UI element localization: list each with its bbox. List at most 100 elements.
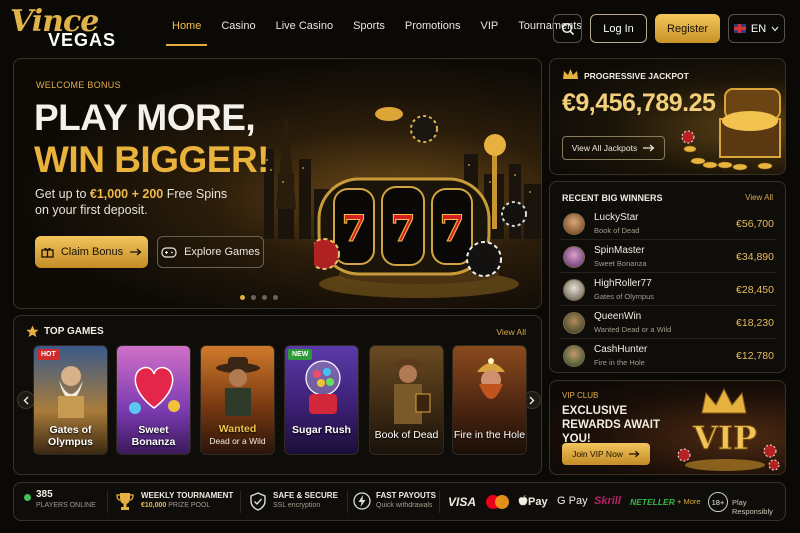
age-18-badge: 18+ [708, 492, 728, 512]
carousel-dot[interactable] [273, 295, 278, 300]
logo[interactable]: Vince VEGAS [10, 4, 130, 52]
nav-vip[interactable]: VIP [471, 14, 509, 42]
cowboy-art [216, 357, 260, 416]
hero-sub-highlight: €1,000 + 200 [89, 187, 164, 201]
payouts-title: FAST PAYOUTS [376, 491, 437, 500]
gumball-machine-art [305, 360, 341, 414]
top-games-view-all-link[interactable]: View All [496, 327, 526, 337]
nav-live-casino[interactable]: Live Casino [266, 14, 343, 42]
vip-eyebrow: VIP CLUB [562, 391, 599, 400]
arrow-right-icon [628, 450, 640, 458]
tournament-prize-label: PRIZE POOL [168, 502, 211, 509]
vip-title: EXCLUSIVE REWARDS AWAIT YOU! [562, 405, 660, 445]
mastercard-logo [486, 495, 510, 509]
google-pay-logo: G Pay [557, 495, 588, 507]
trophy-icon [116, 493, 134, 510]
avatar [563, 213, 585, 235]
gift-icon [41, 247, 54, 258]
game-card-sweet-bonanza[interactable]: Sweet Bonanza [116, 345, 191, 455]
winners-title: RECENT BIG WINNERS [562, 193, 663, 203]
hero-title-line2: WIN BIGGER! [34, 139, 269, 180]
avatar [563, 279, 585, 301]
winner-amount: €28,450 [736, 284, 774, 296]
winner-amount: €18,230 [736, 317, 774, 329]
game-title: Fire in the Hole [453, 429, 526, 441]
game-card-fire-in-the-hole[interactable]: Fire in the Hole [452, 345, 527, 455]
players-count: 385 [36, 489, 53, 500]
avatar [563, 345, 585, 367]
skrill-logo: Skrill [594, 495, 621, 507]
play-responsibly-link[interactable]: Play Responsibly [732, 498, 785, 516]
divider [240, 491, 241, 513]
claim-bonus-button[interactable]: Claim Bonus [35, 236, 148, 268]
chevron-left-icon [23, 396, 29, 404]
game-card-book-of-dead[interactable]: Book of Dead [369, 345, 444, 455]
uk-flag-icon [733, 24, 746, 33]
secure-title: SAFE & SECURE [273, 491, 338, 500]
game-card-gates-of-olympus[interactable]: HOT Gates of Olympus [33, 345, 108, 455]
nav-home[interactable]: Home [162, 14, 211, 46]
site-header: Vince VEGAS Home Casino Live Casino Spor… [0, 0, 800, 56]
winner-row[interactable]: HighRoller77 Gates of Olympus €28,450 [560, 276, 776, 306]
language-select[interactable]: EN [728, 14, 785, 43]
top-games-panel: TOP GAMES View All HOT Gates of Olympus … [13, 315, 542, 475]
hero-title-line1: PLAY MORE, [34, 97, 256, 138]
game-card-sugar-rush[interactable]: NEW Sugar Rush [284, 345, 359, 455]
apple-icon [518, 495, 528, 506]
winner-name: SpinMaster [594, 245, 645, 256]
join-vip-button[interactable]: Join VIP Now [562, 443, 650, 465]
more-payments-link[interactable]: + More [677, 497, 701, 506]
neteller-logo: NETELLER [630, 497, 675, 507]
nav-casino[interactable]: Casino [211, 14, 265, 42]
svg-text:7: 7 [439, 208, 464, 250]
avatar [563, 246, 585, 268]
lightning-icon [353, 492, 371, 510]
view-all-jackpots-button[interactable]: View All Jackpots [562, 136, 665, 160]
winner-amount: €34,890 [736, 251, 774, 263]
carousel-dot[interactable] [262, 295, 267, 300]
game-title: Sugar Rush [292, 424, 351, 436]
winner-row[interactable]: LuckyStar Book of Dead €56,700 [560, 210, 776, 240]
winner-row[interactable]: QueenWin Wanted Dead or a Wild €18,230 [560, 309, 776, 339]
jackpot-title: PROGRESSIVE JACKPOT [584, 71, 689, 81]
winner-row[interactable]: CashHunter Fire in the Hole €12,780 [560, 342, 776, 372]
winner-amount: €56,700 [736, 218, 774, 230]
winner-row[interactable]: SpinMaster Sweet Bonanza €34,890 [560, 243, 776, 273]
explore-games-button[interactable]: Explore Games [157, 236, 264, 268]
payouts-subtitle: Quick withdrawals [376, 502, 433, 509]
join-vip-label: Join VIP Now [572, 449, 623, 459]
payouts-stat: FAST PAYOUTS Quick withdrawals [376, 491, 436, 509]
vip-art-text: VIP [692, 419, 757, 457]
secure-subtitle: SSL encryption [273, 502, 321, 509]
game-title: Book of Dead [374, 429, 439, 441]
search-button[interactable] [553, 14, 582, 43]
hero-banner: 7 7 7 WELCOME BONUS PLAY MORE, WIN BIGGE… [13, 58, 542, 309]
winners-view-all-link[interactable]: View All [745, 193, 773, 202]
carousel-dot[interactable] [251, 295, 256, 300]
star-icon [26, 325, 39, 337]
shield-check-icon [250, 492, 266, 511]
view-all-jackpots-label: View All Jackpots [571, 143, 638, 153]
divider [347, 491, 348, 513]
game-subtitle: Dead or a Wild [209, 436, 266, 446]
players-online-stat: 385 PLAYERS ONLINE [36, 489, 96, 509]
carousel-dot[interactable] [240, 295, 245, 300]
vip-club-panel: VIP CLUB EXCLUSIVE REWARDS AWAIT YOU! Jo… [549, 380, 786, 475]
nav-sports[interactable]: Sports [343, 14, 395, 42]
svg-text:7: 7 [341, 208, 366, 250]
chevron-right-icon [529, 396, 535, 404]
divider [439, 491, 440, 513]
svg-text:7: 7 [390, 208, 415, 250]
visa-logo: VISA [448, 495, 477, 509]
nav-promotions[interactable]: Promotions [395, 14, 471, 42]
crown-icon [563, 69, 578, 79]
carousel-dots [240, 295, 278, 300]
game-title: Gates of Olympus [48, 424, 93, 448]
secure-stat: SAFE & SECURE SSL encryption [273, 491, 338, 509]
tournament-stat[interactable]: WEEKLY TOURNAMENT €10,000 PRIZE POOL [141, 491, 233, 509]
main-nav: Home Casino Live Casino Sports Promotion… [162, 14, 592, 46]
arrow-right-icon [643, 144, 655, 152]
game-card-wanted[interactable]: Wanted Dead or a Wild [200, 345, 275, 455]
login-button[interactable]: Log In [590, 14, 647, 43]
register-button[interactable]: Register [655, 14, 720, 43]
